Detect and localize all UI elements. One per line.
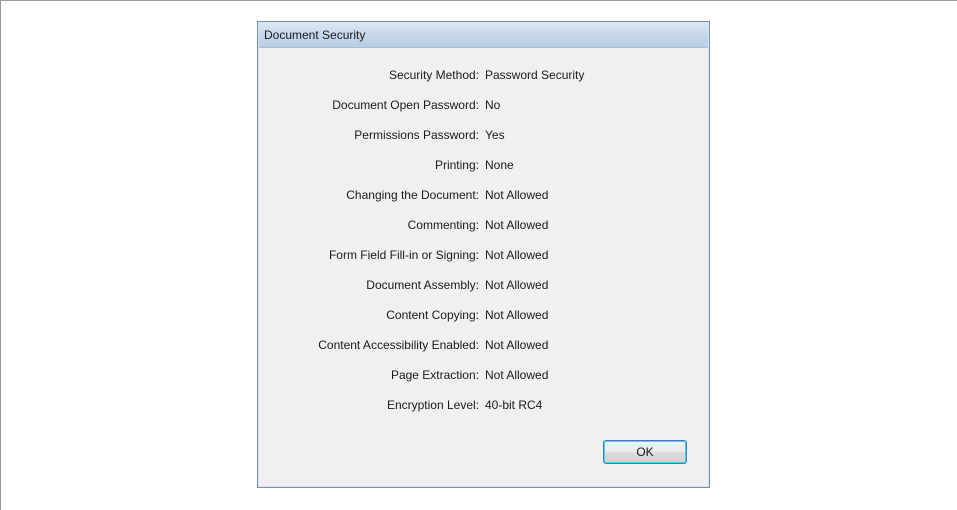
- printing-label: Printing:: [434, 158, 479, 172]
- dialog-content: Security Method: Password Security Docum…: [259, 48, 708, 486]
- form-field-fill-in-value: Not Allowed: [485, 248, 549, 262]
- permissions-password-value: Yes: [485, 128, 505, 142]
- document-open-password-label: Document Open Password:: [332, 98, 479, 112]
- content-copying-value: Not Allowed: [485, 308, 549, 322]
- printing-value: None: [485, 158, 514, 172]
- document-assembly-label: Document Assembly:: [366, 278, 479, 292]
- form-field-fill-in-label: Form Field Fill-in or Signing:: [328, 248, 479, 262]
- document-assembly-value: Not Allowed: [485, 278, 549, 292]
- commenting-label: Commenting:: [407, 218, 479, 232]
- ok-button[interactable]: OK: [603, 440, 687, 464]
- content-accessibility-row: Content Accessibility Enabled: Not Allow…: [259, 338, 708, 356]
- document-security-dialog: Document Security Security Method: Passw…: [257, 21, 710, 488]
- document-assembly-row: Document Assembly: Not Allowed: [259, 278, 708, 296]
- content-copying-row: Content Copying: Not Allowed: [259, 308, 708, 326]
- permissions-password-label: Permissions Password:: [354, 128, 479, 142]
- changing-document-label: Changing the Document:: [346, 188, 479, 202]
- encryption-level-value: 40-bit RC4: [485, 398, 543, 412]
- security-method-value: Password Security: [485, 68, 585, 82]
- security-method-row: Security Method: Password Security: [259, 68, 708, 86]
- page-extraction-row: Page Extraction: Not Allowed: [259, 368, 708, 386]
- document-open-password-row: Document Open Password: No: [259, 98, 708, 116]
- page-extraction-value: Not Allowed: [485, 368, 549, 382]
- printing-row: Printing: None: [259, 158, 708, 176]
- commenting-row: Commenting: Not Allowed: [259, 218, 708, 236]
- content-copying-label: Content Copying:: [386, 308, 479, 322]
- commenting-value: Not Allowed: [485, 218, 549, 232]
- permissions-password-row: Permissions Password: Yes: [259, 128, 708, 146]
- page-extraction-label: Page Extraction:: [390, 368, 479, 382]
- security-method-label: Security Method:: [388, 68, 479, 82]
- dialog-title: Document Security: [264, 28, 366, 42]
- content-accessibility-value: Not Allowed: [485, 338, 549, 352]
- document-open-password-value: No: [485, 98, 501, 112]
- changing-document-row: Changing the Document: Not Allowed: [259, 188, 708, 206]
- changing-document-value: Not Allowed: [485, 188, 549, 202]
- encryption-level-row: Encryption Level: 40-bit RC4: [259, 398, 708, 416]
- dialog-title-bar[interactable]: Document Security: [259, 23, 708, 48]
- form-field-fill-in-row: Form Field Fill-in or Signing: Not Allow…: [259, 248, 708, 266]
- encryption-level-label: Encryption Level:: [386, 398, 479, 412]
- content-accessibility-label: Content Accessibility Enabled:: [318, 338, 479, 352]
